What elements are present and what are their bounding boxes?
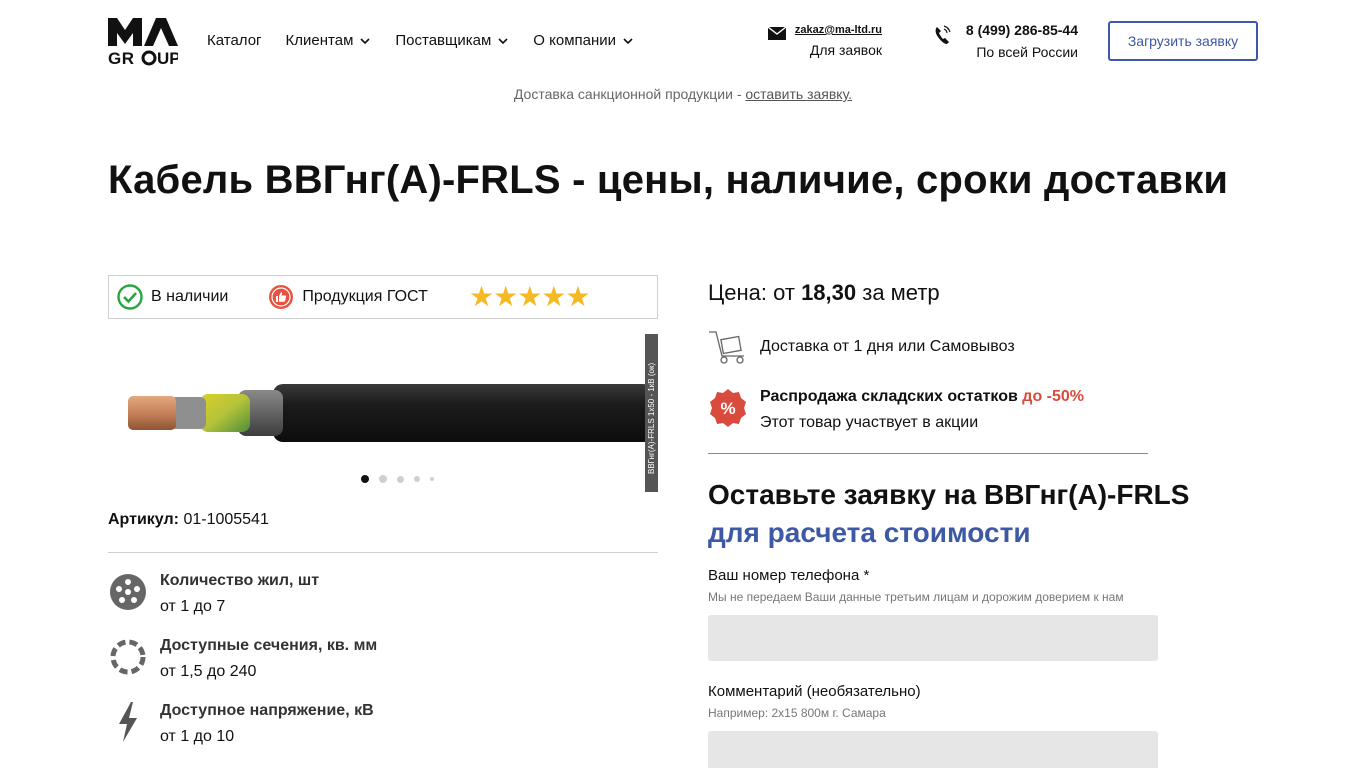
nav-catalog[interactable]: Каталог xyxy=(207,32,262,49)
nav-clients-label: Клиентам xyxy=(285,32,354,49)
chevron-down-icon xyxy=(498,37,508,44)
phone-input[interactable] xyxy=(708,615,1158,661)
rating-stars: ★★★★★ xyxy=(469,281,591,312)
sanctions-notice: Доставка санкционной продукции - оставит… xyxy=(0,86,1366,102)
phone-number[interactable]: 8 (499) 286-85-44 xyxy=(934,22,1078,38)
divider xyxy=(108,552,658,553)
slider-dot[interactable] xyxy=(430,477,434,481)
cores-icon xyxy=(110,574,146,610)
spec-voltage: Доступное напряжение, кВ от 1 до 10 xyxy=(108,702,374,746)
divider xyxy=(708,453,1148,454)
nav-catalog-label: Каталог xyxy=(207,32,262,49)
product-image[interactable]: ВВГнг(А)-FRLS 1х50 - 1кВ (ок) xyxy=(108,334,658,494)
price: Цена: от 18,30 за метр xyxy=(708,280,940,306)
spec-title: Доступные сечения, кв. мм xyxy=(160,637,378,654)
phone-icon xyxy=(935,25,951,44)
spec-value: от 1 до 7 xyxy=(160,598,226,615)
gost-badge: Продукция ГОСТ xyxy=(268,284,428,310)
price-prefix: Цена: от xyxy=(708,280,802,305)
email-caption: Для заявок xyxy=(809,42,882,58)
product-badges: В наличии Продукция ГОСТ ★★★★★ xyxy=(108,275,658,319)
notice-text: Доставка санкционной продукции - xyxy=(513,86,746,102)
phone-field-hint: Мы не передаем Ваши данные третьим лицам… xyxy=(708,590,1124,604)
nav-suppliers-label: Поставщикам xyxy=(395,32,492,49)
sku: Артикул: 01-1005541 xyxy=(108,511,269,529)
sale-discount: до -50% xyxy=(1022,388,1085,405)
form-title: Оставьте заявку на ВВГнг(А)-FRLS для рас… xyxy=(708,476,1189,552)
spec-cores: Количество жил, шт от 1 до 7 xyxy=(108,572,319,616)
form-title-accent: для расчета стоимости xyxy=(708,517,1031,548)
spec-value: от 1,5 до 240 xyxy=(160,663,257,680)
page-title: Кабель ВВГнг(А)-FRLS - цены, наличие, ср… xyxy=(108,158,1229,202)
phone-field-label: Ваш номер телефона * xyxy=(708,567,870,584)
price-amount: 18,30 xyxy=(801,280,857,305)
in-stock-label: В наличии xyxy=(151,288,229,305)
phone-contact: 8 (499) 286-85-44 По всей России xyxy=(934,22,1078,60)
email-contact: zakaz@ma-ltd.ru Для заявок xyxy=(768,24,882,58)
main-nav: Каталог Клиентам Поставщикам О компании xyxy=(207,32,634,49)
sku-value: 01-1005541 xyxy=(183,511,269,528)
notice-link[interactable]: оставить заявку. xyxy=(745,86,852,102)
price-suffix: за метр xyxy=(862,280,940,305)
nav-about-label: О компании xyxy=(533,32,617,49)
delivery-info: Доставка от 1 дня или Самовывоз xyxy=(708,330,1015,364)
slider-dots xyxy=(361,475,434,483)
spec-value: от 1 до 10 xyxy=(160,728,235,745)
sku-label: Артикул: xyxy=(108,511,179,528)
lightning-icon xyxy=(119,702,137,742)
sale-title: Распродажа складских остатков до -50% xyxy=(760,388,1084,406)
gost-label: Продукция ГОСТ xyxy=(302,288,428,305)
nav-suppliers[interactable]: Поставщикам xyxy=(395,32,509,49)
in-stock-badge: В наличии xyxy=(117,284,228,310)
cable-side-label: ВВГнг(А)-FRLS 1х50 - 1кВ (ок) xyxy=(647,363,656,474)
phone-caption: По всей России xyxy=(976,44,1078,60)
email-link[interactable]: zakaz@ma-ltd.ru xyxy=(795,24,882,36)
cart-icon xyxy=(709,331,744,364)
comment-field-hint: Например: 2х15 800м г. Самара xyxy=(708,706,886,720)
comment-input[interactable] xyxy=(708,731,1158,768)
nav-clients[interactable]: Клиентам xyxy=(286,32,372,49)
nav-about[interactable]: О компании xyxy=(533,32,634,49)
chevron-down-icon xyxy=(623,37,633,44)
upload-request-button[interactable]: Загрузить заявку xyxy=(1108,21,1258,61)
slider-dot[interactable] xyxy=(397,475,404,483)
sale-title-text: Распродажа складских остатков xyxy=(760,388,1023,405)
sale-promo: % Распродажа складских остатков до -50% … xyxy=(708,388,1084,432)
slider-dot[interactable] xyxy=(361,475,369,483)
svg-text:GR: GR xyxy=(108,49,135,66)
percent-badge-icon: % xyxy=(710,389,746,427)
section-icon xyxy=(110,639,146,675)
spec-sections: Доступные сечения, кв. мм от 1,5 до 240 xyxy=(108,637,377,681)
svg-text:%: % xyxy=(720,399,735,418)
logo[interactable]: GR UP xyxy=(108,16,181,68)
thumbs-up-icon xyxy=(269,285,294,309)
form-title-main: Оставьте заявку на ВВГнг(А)-FRLS xyxy=(708,479,1190,510)
delivery-text: Доставка от 1 дня или Самовывоз xyxy=(760,338,1015,355)
spec-title: Доступное напряжение, кВ xyxy=(160,702,374,719)
spec-title: Количество жил, шт xyxy=(160,572,320,589)
chevron-down-icon xyxy=(360,37,370,44)
mail-icon xyxy=(768,27,786,40)
sale-subtitle: Этот товар участвует в акции xyxy=(760,414,979,431)
slider-dot[interactable] xyxy=(414,476,420,482)
svg-text:UP: UP xyxy=(157,49,178,66)
check-circle-icon xyxy=(117,284,143,310)
slider-dot[interactable] xyxy=(379,475,387,483)
comment-field-label: Комментарий (необязательно) xyxy=(708,683,921,700)
